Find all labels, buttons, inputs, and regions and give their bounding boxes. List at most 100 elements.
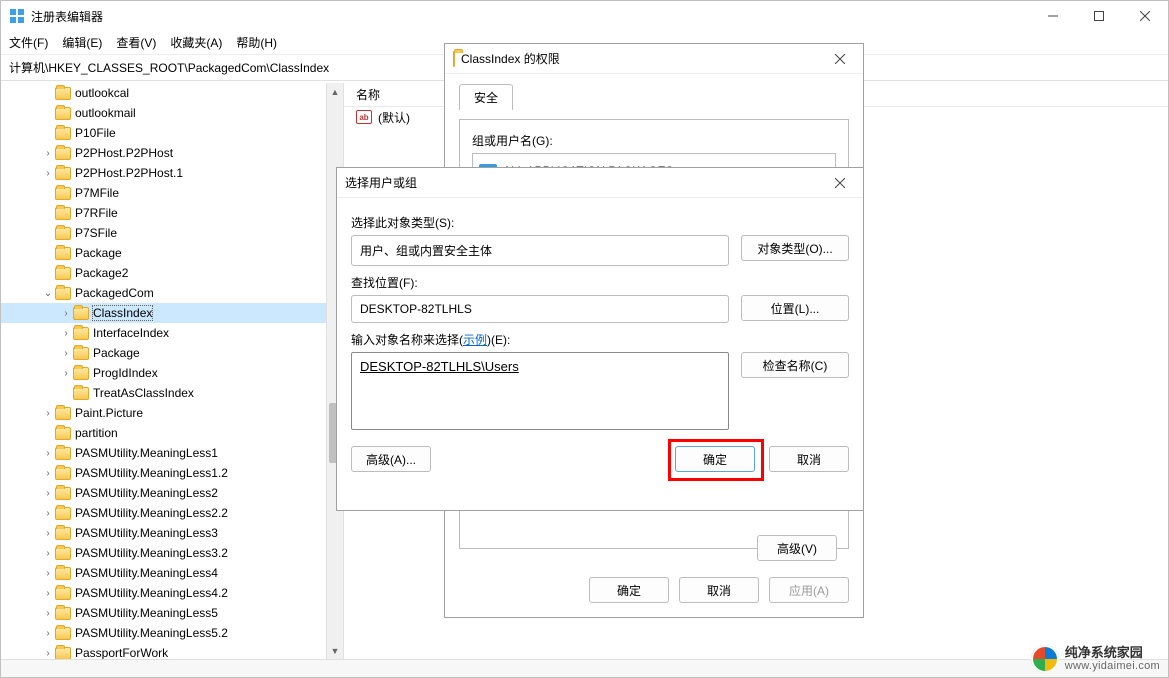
folder-icon — [55, 147, 71, 160]
object-types-button[interactable]: 对象类型(O)... — [741, 235, 849, 261]
select-advanced-button[interactable]: 高级(A)... — [351, 446, 431, 472]
tree-item[interactable]: ›PASMUtility.MeaningLess1.2 — [1, 463, 343, 483]
tree-item[interactable]: Package — [1, 243, 343, 263]
tree-item[interactable]: ›ProgIdIndex — [1, 363, 343, 383]
menu-view[interactable]: 查看(V) — [116, 34, 156, 51]
object-type-field: 用户、组或内置安全主体 — [351, 235, 729, 266]
menu-favorites[interactable]: 收藏夹(A) — [170, 34, 222, 51]
tree-item[interactable]: P7SFile — [1, 223, 343, 243]
folder-icon — [55, 607, 71, 620]
permissions-apply-button[interactable]: 应用(A) — [769, 577, 849, 603]
names-label-post: )(E): — [487, 333, 510, 347]
tree-item[interactable]: Package2 — [1, 263, 343, 283]
select-users-close-button[interactable] — [825, 169, 855, 197]
chevron-icon[interactable]: › — [59, 328, 73, 339]
app-icon — [9, 8, 25, 24]
close-button[interactable] — [1122, 1, 1168, 31]
tree-item[interactable]: ⌄PackagedCom — [1, 283, 343, 303]
permissions-titlebar[interactable]: ClassIndex 的权限 — [445, 44, 863, 74]
chevron-icon[interactable]: › — [41, 408, 55, 419]
examples-link[interactable]: 示例 — [463, 333, 487, 347]
permissions-close-button[interactable] — [825, 45, 855, 73]
tree-item[interactable]: outlookcal — [1, 83, 343, 103]
select-cancel-button[interactable]: 取消 — [769, 446, 849, 472]
column-name: 名称 — [356, 86, 380, 103]
tree-item[interactable]: ›PASMUtility.MeaningLess3.2 — [1, 543, 343, 563]
tree-item[interactable]: ›PASMUtility.MeaningLess2.2 — [1, 503, 343, 523]
tree-item-label: TreatAsClassIndex — [93, 386, 194, 400]
chevron-icon[interactable]: › — [41, 468, 55, 479]
tree-item[interactable]: › PASMUtility.MeaningLess4.2 — [1, 583, 343, 603]
object-names-input[interactable] — [351, 352, 729, 430]
tree-item[interactable]: ›PASMUtility.MeaningLess1 — [1, 443, 343, 463]
tree-item[interactable]: ›PASMUtility.MeaningLess4 — [1, 563, 343, 583]
chevron-icon[interactable]: › — [41, 588, 55, 599]
tree-item[interactable]: ›Paint.Picture — [1, 403, 343, 423]
minimize-button[interactable] — [1030, 1, 1076, 31]
window-title: 注册表编辑器 — [31, 8, 103, 25]
permissions-ok-button[interactable]: 确定 — [589, 577, 669, 603]
scroll-up-arrow-icon[interactable]: ▲ — [327, 83, 343, 100]
tree-item[interactable]: ›P2PHost.P2PHost.1 — [1, 163, 343, 183]
tree-item-label: partition — [75, 426, 118, 440]
tree-item-label: outlookcal — [75, 86, 129, 100]
folder-icon — [73, 387, 89, 400]
chevron-icon[interactable]: › — [41, 628, 55, 639]
chevron-icon[interactable]: › — [41, 648, 55, 659]
tab-security[interactable]: 安全 — [459, 84, 513, 110]
chevron-icon[interactable]: › — [41, 448, 55, 459]
menu-help[interactable]: 帮助(H) — [236, 34, 277, 51]
tree-item[interactable]: › Package — [1, 343, 343, 363]
tree-item[interactable]: P7MFile — [1, 183, 343, 203]
tree-item[interactable]: ›ClassIndex — [1, 303, 343, 323]
select-ok-button[interactable]: 确定 — [675, 446, 755, 472]
menu-file[interactable]: 文件(F) — [9, 34, 48, 51]
scroll-down-arrow-icon[interactable]: ▼ — [327, 642, 343, 659]
chevron-icon[interactable]: ⌄ — [41, 288, 55, 299]
watermark-title: 纯净系统家园 — [1065, 646, 1160, 660]
permissions-cancel-button[interactable]: 取消 — [679, 577, 759, 603]
select-users-titlebar[interactable]: 选择用户或组 — [337, 168, 863, 198]
chevron-icon[interactable]: › — [41, 488, 55, 499]
tree-item-label: Package — [93, 346, 140, 360]
tree-item-label: InterfaceIndex — [93, 326, 169, 340]
folder-icon — [55, 207, 71, 220]
tree-item[interactable]: ›P2PHost.P2PHost — [1, 143, 343, 163]
tree-item-label: PASMUtility.MeaningLess4.2 — [75, 586, 228, 600]
chevron-icon[interactable]: › — [41, 548, 55, 559]
locations-button[interactable]: 位置(L)... — [741, 295, 849, 321]
tree-item[interactable]: ›PASMUtility.MeaningLess5.2 — [1, 623, 343, 643]
chevron-icon[interactable]: › — [41, 148, 55, 159]
chevron-icon[interactable]: › — [59, 368, 73, 379]
tree-item[interactable]: › PassportForWork — [1, 643, 343, 659]
menu-edit[interactable]: 编辑(E) — [62, 34, 102, 51]
tree-item[interactable]: P10File — [1, 123, 343, 143]
registry-tree[interactable]: outlookcaloutlookmailP10File›P2PHost.P2P… — [1, 83, 343, 659]
address-text: 计算机\HKEY_CLASSES_ROOT\PackagedCom\ClassI… — [9, 59, 329, 76]
maximize-button[interactable] — [1076, 1, 1122, 31]
permissions-advanced-button[interactable]: 高级(V) — [757, 535, 837, 561]
tree-item[interactable]: P7RFile — [1, 203, 343, 223]
chevron-icon[interactable]: › — [41, 528, 55, 539]
chevron-icon[interactable]: › — [41, 608, 55, 619]
chevron-icon[interactable]: › — [41, 568, 55, 579]
tree-item[interactable]: partition — [1, 423, 343, 443]
chevron-icon[interactable]: › — [59, 308, 73, 319]
tree-item[interactable]: › InterfaceIndex — [1, 323, 343, 343]
tree-item[interactable]: outlookmail — [1, 103, 343, 123]
chevron-icon[interactable]: › — [59, 348, 73, 359]
permissions-title: ClassIndex 的权限 — [461, 50, 560, 67]
check-names-button[interactable]: 检查名称(C) — [741, 352, 849, 378]
tree-item-label: P7RFile — [75, 206, 118, 220]
tree-item[interactable]: ›PASMUtility.MeaningLess2 — [1, 483, 343, 503]
chevron-icon[interactable]: › — [41, 168, 55, 179]
folder-icon — [55, 647, 71, 660]
folder-icon — [55, 167, 71, 180]
folder-icon — [73, 367, 89, 380]
tree-item[interactable]: TreatAsClassIndex — [1, 383, 343, 403]
tree-item[interactable]: ›PASMUtility.MeaningLess5 — [1, 603, 343, 623]
chevron-icon[interactable]: › — [41, 508, 55, 519]
folder-icon — [55, 527, 71, 540]
tree-item-label: PassportForWork — [75, 646, 168, 659]
tree-item[interactable]: ›PASMUtility.MeaningLess3 — [1, 523, 343, 543]
